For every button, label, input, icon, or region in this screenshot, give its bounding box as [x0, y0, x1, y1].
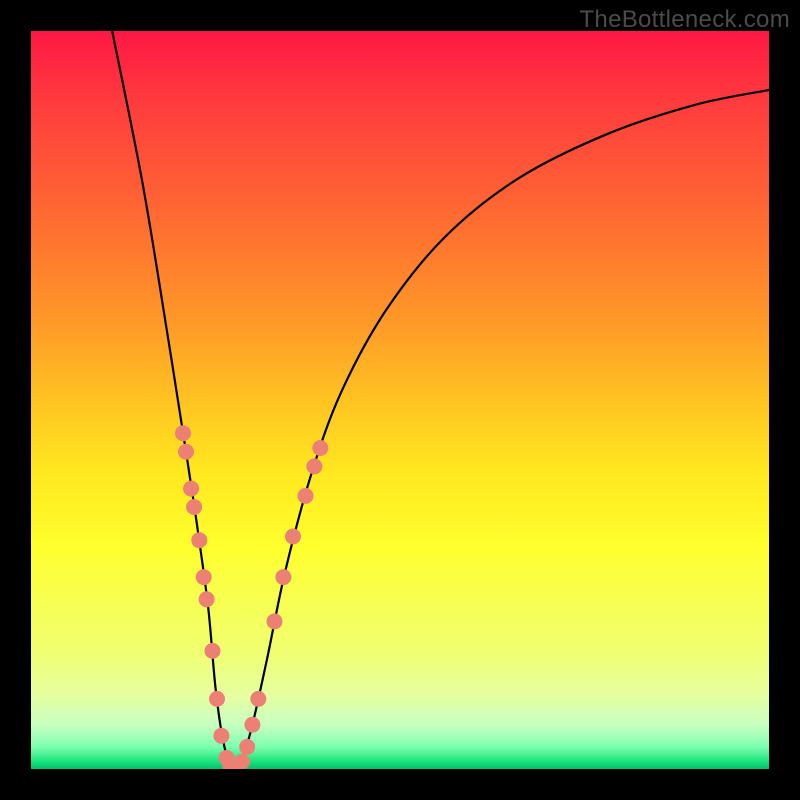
data-marker [186, 499, 202, 515]
data-markers [175, 425, 328, 769]
chart-svg [31, 31, 769, 769]
data-marker [213, 728, 229, 744]
data-marker [275, 569, 291, 585]
data-marker [191, 532, 207, 548]
data-marker [234, 754, 250, 769]
watermark-text: TheBottleneck.com [579, 6, 790, 34]
data-marker [312, 440, 328, 456]
data-marker [244, 717, 260, 733]
data-marker [199, 591, 215, 607]
data-marker [267, 613, 283, 629]
data-marker [196, 569, 212, 585]
data-marker [250, 691, 266, 707]
data-marker [285, 529, 301, 545]
data-marker [205, 643, 221, 659]
data-marker [306, 458, 322, 474]
data-marker [178, 444, 194, 460]
data-marker [298, 488, 314, 504]
plot-area [31, 31, 769, 769]
data-marker [209, 691, 225, 707]
data-marker [183, 481, 199, 497]
data-marker [239, 739, 255, 755]
data-marker [175, 425, 191, 441]
chart-frame: TheBottleneck.com [0, 0, 800, 800]
